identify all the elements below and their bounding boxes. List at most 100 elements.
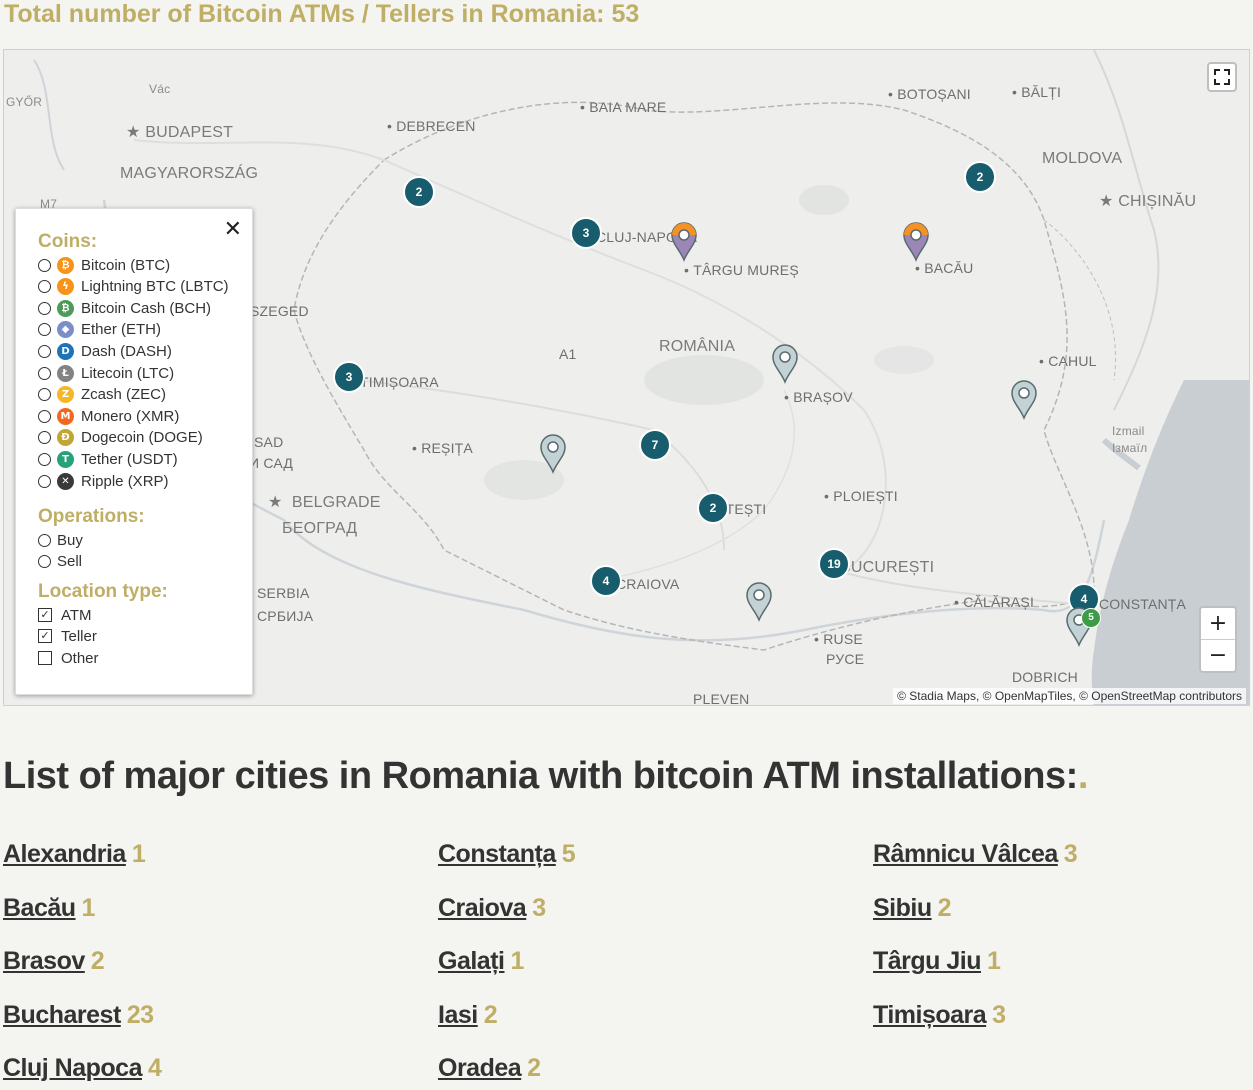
map-label: ROMÂNIA — [659, 338, 736, 355]
radio-button[interactable] — [38, 366, 51, 380]
city-atm-count: 4 — [147, 1054, 162, 1082]
coin-option-label: Ether (ETH) — [81, 321, 162, 339]
map-label: DOBRICH — [1012, 669, 1078, 685]
cluster-marker[interactable]: 4 — [590, 565, 622, 597]
operation-option-buy[interactable]: Buy — [38, 530, 83, 550]
city-link[interactable]: Bucharest — [3, 1001, 121, 1029]
filter-panel: ✕ Coins: ₿ Bitcoin (BTC) ϟ Lightning BTC (L… — [15, 208, 253, 695]
location-pin-icon[interactable] — [770, 342, 800, 385]
location-pin-icon[interactable] — [1009, 378, 1039, 421]
small-count-badge[interactable]: 5 — [1081, 608, 1101, 628]
city-atm-count: 2 — [527, 1054, 541, 1082]
zoom-in-button[interactable]: + — [1201, 608, 1235, 639]
map-label: TIMIȘOARA — [360, 374, 439, 390]
city-list-item: Sibiu 2 — [873, 893, 952, 923]
map-label: И САД — [249, 455, 294, 471]
radio-button[interactable] — [38, 323, 51, 337]
fullscreen-button[interactable] — [1207, 62, 1237, 92]
city-link[interactable]: Timișoara — [873, 1001, 987, 1029]
coin-option[interactable]: Ð Dogecoin (DOGE) — [38, 428, 203, 448]
coin-option[interactable]: Ł Litecoin (LTC) — [38, 363, 174, 383]
atm-map[interactable]: GYŐR Vác ★ BUDAPEST MAGYARORSZÁG • DEBRE… — [3, 49, 1250, 706]
city-link[interactable]: Craiova — [438, 894, 527, 922]
coin-option[interactable]: D Dash (DASH) — [38, 341, 172, 361]
city-atm-count: 1 — [510, 947, 524, 975]
city-atm-count: 1 — [987, 947, 1001, 975]
coin-option[interactable]: T Tether (USDT) — [38, 449, 178, 469]
radio-button[interactable] — [38, 280, 51, 294]
radio-button[interactable] — [38, 533, 51, 547]
checkbox[interactable]: ✓ — [38, 608, 52, 622]
city-atm-count: 2 — [937, 893, 952, 922]
ether-icon: ◆ — [57, 321, 74, 339]
radio-button[interactable] — [38, 301, 51, 315]
city-link[interactable]: Târgu Jiu — [873, 947, 982, 975]
coin-option-label: Dogecoin (DOGE) — [81, 429, 203, 447]
location-option-other[interactable]: Other — [38, 648, 99, 668]
coin-option[interactable]: ϟ Lightning BTC (LBTC) — [38, 277, 229, 297]
location-pin-icon[interactable] — [744, 580, 774, 623]
cluster-marker[interactable]: 7 — [639, 429, 671, 461]
city-atm-count: 2 — [90, 947, 105, 975]
city-link[interactable]: Râmnicu Vâlcea — [873, 840, 1058, 868]
city-list-item: Bacău 1 — [3, 894, 95, 923]
city-link[interactable]: Galați — [438, 947, 505, 975]
city-link[interactable]: Cluj Napoca — [3, 1054, 142, 1082]
cluster-marker[interactable]: 2 — [964, 161, 996, 193]
city-link[interactable]: Oradea — [438, 1054, 522, 1082]
ripple-icon: ✕ — [57, 472, 74, 490]
coin-option[interactable]: ✕ Ripple (XRP) — [38, 471, 169, 491]
cluster-marker[interactable]: 2 — [697, 492, 729, 524]
coin-option[interactable]: Z Zcash (ZEC) — [38, 385, 166, 405]
checkbox[interactable] — [38, 651, 52, 665]
map-label: • BAIA MARE — [580, 99, 667, 115]
location-option-atm[interactable]: ✓ ATM — [38, 605, 92, 625]
bitcoin-icon: ₿ — [57, 256, 74, 274]
city-link[interactable]: Brasov — [3, 947, 85, 975]
radio-button[interactable] — [38, 554, 51, 568]
zcash-icon: Z — [57, 386, 74, 404]
cluster-marker[interactable]: 2 — [403, 176, 435, 208]
city-atm-count: 23 — [126, 1000, 154, 1029]
map-label: • BACĂU — [915, 260, 974, 276]
cluster-marker[interactable]: 3 — [333, 361, 365, 393]
operations-heading: Operations: — [38, 506, 145, 527]
city-list-item: Constanța 5 — [438, 840, 576, 869]
city-atm-count: 3 — [992, 1000, 1006, 1029]
cluster-marker[interactable]: 19 — [818, 548, 850, 580]
city-link[interactable]: Constanța — [438, 840, 556, 868]
city-link[interactable]: Iasi — [438, 1001, 478, 1029]
litecoin-icon: Ł — [57, 364, 74, 382]
coin-option[interactable]: M Monero (XMR) — [38, 406, 179, 426]
map-label: • BRAȘOV — [784, 389, 853, 405]
operation-option-sell[interactable]: Sell — [38, 551, 82, 571]
city-list-item: Râmnicu Vâlcea 3 — [873, 840, 1078, 869]
cluster-marker[interactable]: 3 — [570, 217, 602, 249]
radio-button[interactable] — [38, 258, 51, 272]
map-label: SERBIA — [257, 585, 310, 601]
map-label-chisinau: ★ CHIȘINĂU — [1099, 193, 1197, 210]
coins-heading: Coins: — [38, 231, 98, 252]
radio-button[interactable] — [38, 431, 51, 445]
radio-button[interactable] — [38, 452, 51, 466]
radio-button[interactable] — [38, 409, 51, 423]
city-list-item: Alexandria 1 — [3, 840, 146, 869]
map-attribution[interactable]: © Stadia Maps, © OpenMapTiles, © OpenStr… — [893, 688, 1246, 704]
coin-option[interactable]: ₿ Bitcoin (BTC) — [38, 255, 170, 275]
zoom-out-button[interactable]: − — [1201, 639, 1235, 671]
city-link[interactable]: Alexandria — [3, 840, 126, 868]
radio-button[interactable] — [38, 388, 51, 402]
checkbox[interactable]: ✓ — [38, 629, 52, 643]
location-pin-icon[interactable] — [669, 220, 699, 263]
city-link[interactable]: Bacău — [3, 894, 76, 922]
radio-button[interactable] — [38, 344, 51, 358]
location-pin-icon[interactable] — [901, 220, 931, 263]
coin-option[interactable]: ₿ Bitcoin Cash (BCH) — [38, 298, 211, 318]
city-link[interactable]: Sibiu — [873, 894, 932, 922]
close-icon[interactable]: ✕ — [224, 217, 242, 242]
coin-option[interactable]: ◆ Ether (ETH) — [38, 320, 161, 340]
coin-option-label: Dash (DASH) — [81, 342, 172, 360]
radio-button[interactable] — [38, 474, 51, 488]
location-option-teller[interactable]: ✓ Teller — [38, 626, 97, 646]
location-pin-icon[interactable] — [538, 432, 568, 475]
